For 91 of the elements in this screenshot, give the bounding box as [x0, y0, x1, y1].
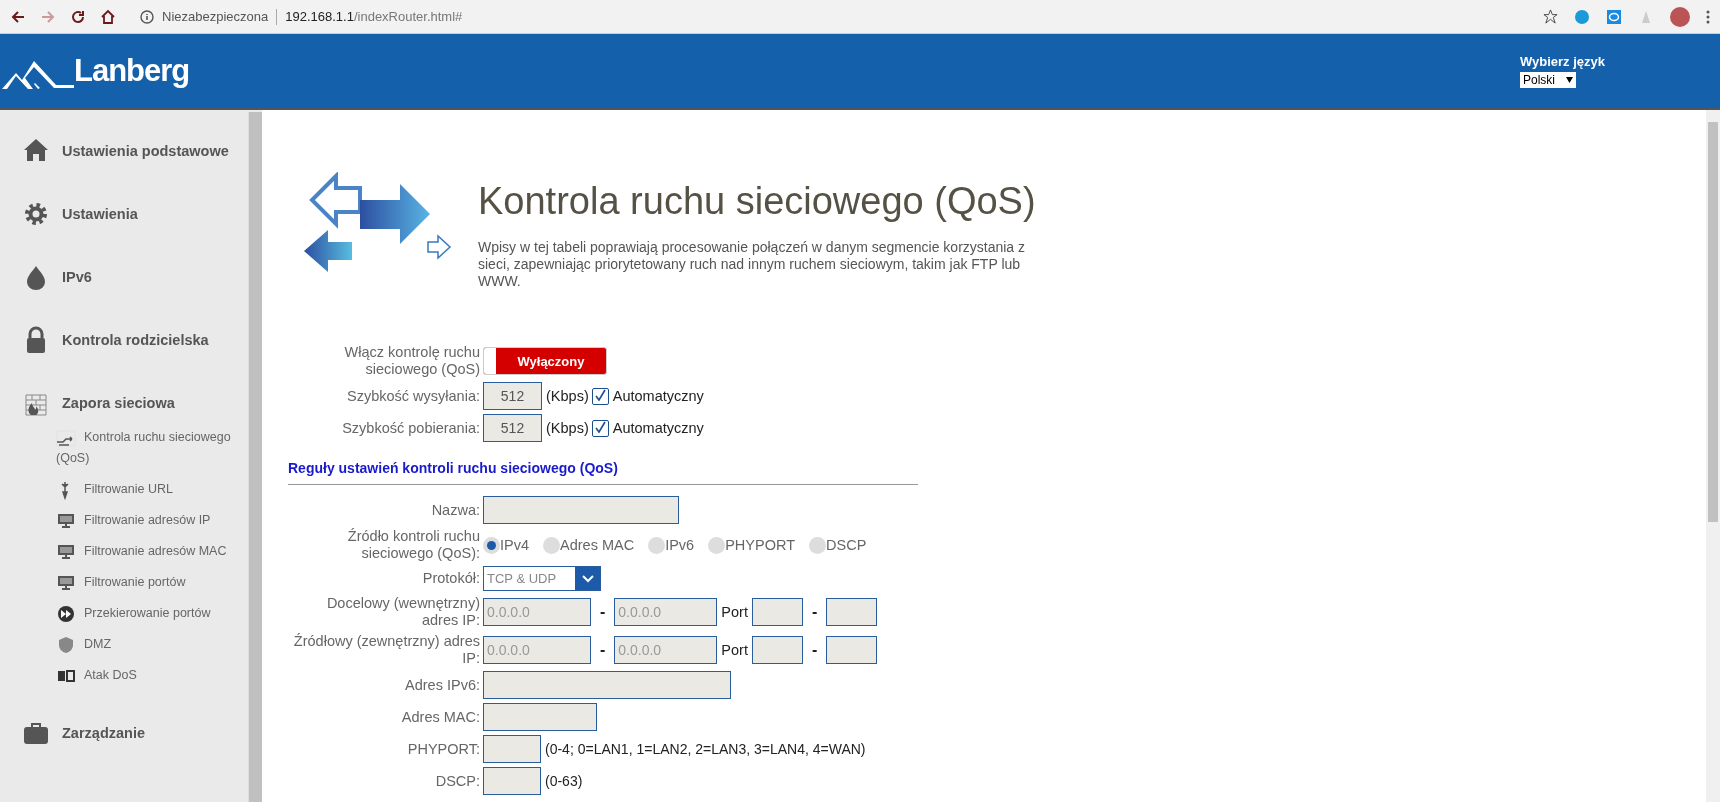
ip-field[interactable]: 0.0.0.0: [483, 636, 591, 664]
field-label: Szybkość wysyłania:: [346, 387, 480, 405]
radio-option[interactable]: Adres MAC: [543, 536, 635, 554]
input-field[interactable]: [483, 767, 541, 795]
shield-icon: [56, 634, 76, 655]
reload-icon[interactable]: [70, 8, 86, 25]
language-select[interactable]: Polski: [1519, 72, 1576, 88]
port-field[interactable]: [826, 598, 878, 626]
star-icon[interactable]: [1543, 9, 1558, 24]
port-field[interactable]: [826, 636, 878, 664]
sidebar-subitem[interactable]: DMZ: [56, 634, 236, 655]
dash-text: -: [811, 603, 818, 621]
speed-field[interactable]: 512: [483, 414, 542, 442]
input-field[interactable]: [483, 703, 597, 731]
ip-field[interactable]: 0.0.0.0: [483, 598, 591, 626]
field-label: Źródło kontroli ruchu sieciowego (QoS):: [346, 528, 480, 562]
sidebar-subitem[interactable]: Filtrowanie adresów MAC: [56, 541, 236, 562]
field-label: Szybkość pobierania:: [341, 419, 480, 437]
sidebar-subitem[interactable]: Filtrowanie portów: [56, 572, 236, 593]
menu-icon[interactable]: [1706, 9, 1710, 24]
page-description: Wpisy w tej tabeli poprawiają procesowanie połączeń w danym segmencie korzystania z sieci, zapewniając priorytetowany ruch nad innym ruchem sieciowym, takim jak FTP lub WWW.: [478, 239, 1027, 290]
sidebar-item[interactable]: Ustawienia: [0, 197, 248, 231]
radio-button[interactable]: [543, 536, 560, 554]
sidebar-subitem[interactable]: Kontrola ruchu sieciowego (QoS): [56, 427, 236, 469]
dash-text: -: [600, 641, 606, 659]
field-label: Protokół:: [421, 570, 480, 587]
scrollbar[interactable]: [248, 112, 262, 802]
sidebar-item[interactable]: Kontrola rodzicielska: [0, 323, 248, 357]
sidebar-subitem[interactable]: Przekierowanie portów: [56, 603, 236, 624]
chat-icon[interactable]: [1606, 8, 1622, 25]
fast-forward-icon: [56, 603, 76, 624]
page-title: Kontrola ruchu sieciowego (QoS): [478, 180, 1037, 223]
field-label: Nazwa:: [430, 501, 480, 519]
security-label: Niezabezpieczona: [162, 9, 269, 24]
qos-toggle[interactable]: Wyłączony: [483, 347, 607, 375]
settings-icon: [22, 200, 50, 228]
ip-field[interactable]: 0.0.0.0: [614, 636, 718, 664]
field-label: Włącz kontrolę ruchu sieciowego (QoS): [343, 344, 480, 378]
field-label: DSCP:: [434, 772, 480, 790]
radio-option[interactable]: IPv4: [483, 536, 529, 554]
section-heading: Reguły ustawień kontroli ruchu sieciowego (QoS): [288, 460, 918, 485]
sidebar-item[interactable]: Zapora sieciowa: [0, 386, 248, 420]
port-label: Port: [721, 604, 748, 620]
radio-button[interactable]: [483, 536, 500, 554]
radio-button[interactable]: [809, 536, 826, 554]
logo-text: Lanberg: [74, 53, 190, 89]
avatar[interactable]: [1670, 6, 1690, 27]
checkbox[interactable]: [591, 419, 609, 437]
caret-icon: [1565, 77, 1573, 83]
home-icon[interactable]: [100, 8, 116, 25]
field-label: PHYPORT:: [406, 740, 480, 758]
back-icon[interactable]: [10, 8, 26, 25]
url-text[interactable]: 192.168.1.1/indexRouter.html#: [285, 9, 463, 24]
scrollbar[interactable]: [1706, 110, 1720, 802]
hint-text: (0-4; 0=LAN1, 1=LAN2, 2=LAN3, 3=LAN4, 4=WAN): [545, 741, 866, 757]
input-field[interactable]: [483, 496, 679, 524]
radio-option[interactable]: PHYPORT: [708, 536, 795, 554]
info-icon[interactable]: [140, 9, 154, 24]
port-field[interactable]: [751, 636, 803, 664]
checkbox-label: Automatyczny: [612, 388, 704, 404]
sidebar-subitem[interactable]: Filtrowanie adresów IP: [56, 510, 236, 531]
radio-button[interactable]: [708, 536, 726, 554]
ip-field[interactable]: 0.0.0.0: [614, 598, 718, 626]
extension-icon[interactable]: [1574, 8, 1590, 25]
chevron-down-icon: [581, 574, 594, 583]
port-field[interactable]: [751, 598, 803, 626]
field-label: Adres MAC:: [400, 708, 480, 726]
sidebar-item[interactable]: IPv6: [0, 260, 248, 294]
radio-option[interactable]: IPv6: [648, 536, 695, 554]
input-field[interactable]: [483, 735, 541, 763]
field-label: Adres IPv6:: [404, 676, 480, 694]
checkbox[interactable]: [591, 387, 609, 405]
protocol-dropdown[interactable]: TCP & UDP: [483, 566, 601, 591]
sidebar-subitem[interactable]: Filtrowanie URL: [56, 479, 236, 500]
input-field[interactable]: [483, 671, 731, 699]
field-label: Źródłowy (zewnętrzny) adres IP:: [292, 633, 480, 667]
dash-text: -: [811, 641, 818, 659]
unit-label: (Kbps): [546, 388, 589, 404]
language-label: Wybierz język: [1519, 54, 1605, 69]
radio-option[interactable]: DSCP: [809, 536, 867, 554]
sidebar-subitem[interactable]: Atak DoS: [56, 665, 236, 686]
sidebar-item[interactable]: Zarządzanie: [0, 716, 248, 750]
port-label: Port: [721, 642, 748, 658]
hint-text: (0-63): [545, 773, 583, 789]
unit-label: (Kbps): [546, 420, 589, 436]
field-label: Docelowy (wewnętrzny) adres IP:: [325, 595, 480, 629]
sidebar-item[interactable]: Ustawienia podstawowe: [0, 134, 248, 168]
speed-field[interactable]: 512: [483, 382, 542, 410]
radio-button[interactable]: [648, 536, 666, 554]
dash-text: -: [600, 603, 606, 621]
checkbox-label: Automatyczny: [612, 420, 704, 436]
